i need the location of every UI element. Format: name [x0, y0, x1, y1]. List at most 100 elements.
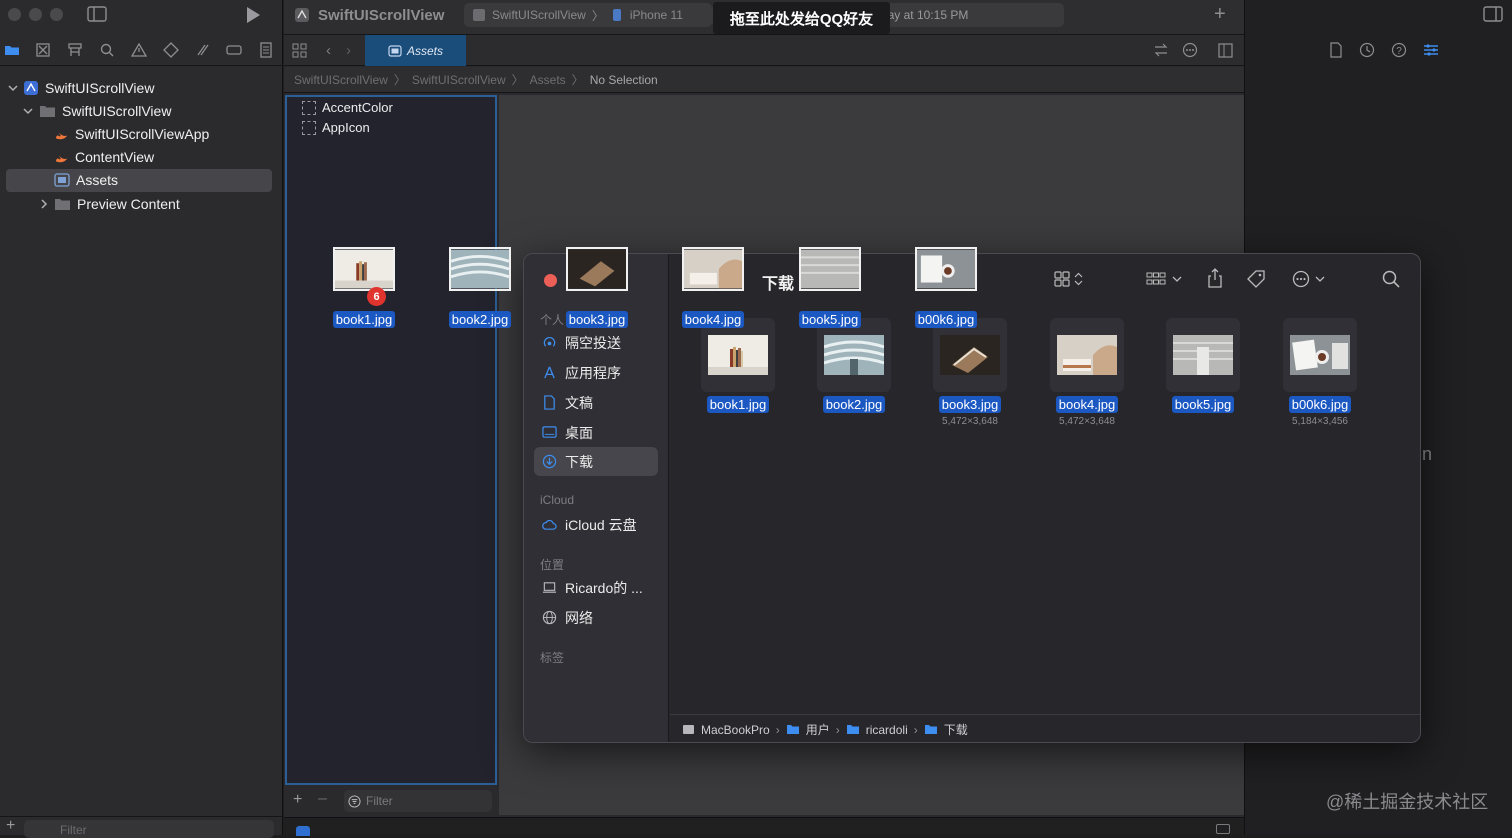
sidebar-toggle-icon[interactable] [87, 6, 107, 22]
inspector-placeholder-text: n [1422, 444, 1433, 464]
path-item[interactable]: 用户 [806, 721, 830, 738]
breadcrumb-item[interactable]: SwiftUIScrollView [294, 73, 388, 87]
device-icon [612, 9, 621, 21]
app-icon [294, 7, 310, 23]
add-tab-icon[interactable]: + [1214, 3, 1226, 26]
forward-icon[interactable]: › [346, 42, 351, 59]
breadcrumb-item[interactable]: SwiftUIScrollView [412, 73, 506, 87]
folder-icon [55, 199, 70, 210]
app-icon-set-icon [302, 120, 316, 135]
drag-item-book3[interactable]: book3.jpg [557, 247, 637, 329]
attributes-inspector-icon[interactable] [1423, 42, 1439, 58]
drag-item-book2[interactable]: book2.jpg [440, 247, 520, 329]
help-icon[interactable]: ? [1391, 42, 1407, 58]
watermark: @稀土掘金技术社区 [1326, 792, 1489, 812]
source-control-icon[interactable] [35, 42, 51, 58]
history-icon[interactable] [1359, 42, 1375, 58]
tag-icon[interactable] [1246, 269, 1266, 289]
file-inspector-icon[interactable] [1329, 42, 1343, 58]
search-icon[interactable] [99, 42, 115, 58]
path-item[interactable]: 下载 [944, 721, 968, 738]
view-mode-button[interactable] [1054, 271, 1083, 287]
tree-group-folder[interactable]: SwiftUIScrollView [23, 100, 171, 122]
asset-filter-bar: + – Filter [284, 786, 498, 816]
finder-file-book4[interactable]: book4.jpg 5,472×3,648 [1032, 318, 1142, 427]
test-icon[interactable] [163, 42, 179, 58]
finder-file-book2[interactable]: book2.jpg [799, 318, 909, 416]
sidebar-item-icloud-drive[interactable]: iCloud 云盘 [534, 510, 658, 539]
search-icon[interactable] [1382, 270, 1400, 288]
tab-assets[interactable]: Assets [365, 35, 466, 66]
finder-file-book5[interactable]: book5.jpg [1148, 318, 1258, 416]
run-button[interactable] [245, 6, 261, 24]
grid-icon[interactable] [292, 43, 307, 58]
asset-filter-field[interactable]: Filter [344, 790, 492, 812]
file-name: book2.jpg [822, 396, 886, 413]
grid-view-icon [1054, 271, 1070, 287]
qq-drop-toast: 拖至此处发给QQ好友 [713, 2, 890, 34]
add-icon[interactable]: + [293, 791, 302, 809]
warning-icon[interactable] [131, 42, 147, 58]
back-icon[interactable]: ‹ [326, 42, 331, 59]
finder-file-book6[interactable]: b00k6.jpg 5,184×3,456 [1265, 318, 1375, 427]
finder-file-book1[interactable]: book1.jpg [683, 318, 793, 416]
sidebar-item-downloads[interactable]: 下载 [534, 447, 658, 476]
tree-file-contentview[interactable]: ContentView [54, 146, 154, 168]
zoom-window-button[interactable] [50, 8, 63, 21]
folder-icon [786, 725, 799, 734]
breadcrumb-item[interactable]: No Selection [590, 73, 658, 87]
sidebar-item-network[interactable]: 网络 [534, 603, 658, 632]
chevron-right-icon: 〉 [571, 73, 584, 87]
tree-file-assets[interactable]: Assets [54, 169, 118, 191]
file-thumbnail [933, 318, 1007, 392]
close-window-button[interactable] [544, 274, 557, 287]
report-icon[interactable] [258, 42, 274, 58]
breakpoint-icon[interactable] [226, 42, 242, 58]
tree-file-app[interactable]: SwiftUIScrollViewApp [54, 123, 209, 145]
finder-file-book3[interactable]: book3.jpg 5,472×3,648 [915, 318, 1025, 427]
sidebar-item-documents[interactable]: 文稿 [534, 388, 658, 417]
sidebar-item-desktop[interactable]: 桌面 [534, 418, 658, 447]
add-icon[interactable]: + [6, 817, 15, 835]
cloud-icon [542, 519, 557, 530]
sidebar-section-locations: 位置 [540, 558, 565, 572]
sidebar-item-applications[interactable]: 应用程序 [534, 358, 658, 387]
share-icon[interactable] [1207, 268, 1223, 288]
sidebar-item-airdrop[interactable]: 隔空投送 [534, 328, 658, 357]
minimize-window-button[interactable] [29, 8, 42, 21]
chevron-down-icon[interactable] [8, 83, 18, 93]
group-by-button[interactable] [1146, 271, 1182, 287]
sidebar-item-macbook[interactable]: Ricardo的 ... [534, 573, 658, 602]
tree-group-preview[interactable]: Preview Content [39, 193, 180, 215]
swap-icon[interactable] [1154, 43, 1168, 57]
remove-icon[interactable]: – [318, 790, 327, 808]
asset-item-accentcolor[interactable]: AccentColor [302, 100, 393, 115]
close-window-button[interactable] [8, 8, 21, 21]
split-editor-icon[interactable] [1218, 43, 1233, 58]
tree-project-root[interactable]: SwiftUIScrollView [8, 77, 154, 99]
chevron-down-icon[interactable] [23, 106, 33, 116]
scheme-selector[interactable]: SwiftUIScrollView 〉 iPhone 11 [464, 3, 712, 27]
debug-icon[interactable] [195, 42, 211, 58]
path-item[interactable]: MacBookPro [701, 723, 770, 737]
folder-icon[interactable] [4, 42, 20, 58]
drag-item-book5[interactable]: book5.jpg [790, 247, 870, 329]
drag-item-book1[interactable]: book1.jpg [324, 247, 404, 329]
path-item[interactable]: ricardoli [866, 723, 908, 737]
chevron-right-icon[interactable] [39, 199, 49, 209]
sidebar-item-label: 隔空投送 [565, 334, 621, 351]
panel-toggle-icon[interactable] [1216, 824, 1230, 834]
xcode-project-icon [24, 81, 38, 95]
drag-item-book4[interactable]: book4.jpg [673, 247, 753, 329]
navigator-filter-field[interactable]: Filter [24, 820, 274, 838]
asset-item-appicon[interactable]: AppIcon [302, 120, 370, 135]
drag-item-book6[interactable]: b00k6.jpg [906, 247, 986, 329]
chevron-right-icon: 〉 [393, 73, 406, 87]
breadcrumb-item[interactable]: Assets [530, 73, 566, 87]
action-menu-button[interactable] [1292, 270, 1325, 288]
file-dimensions: 5,184×3,456 [1292, 416, 1348, 427]
symbol-icon[interactable] [67, 42, 83, 58]
sidebar-item-label: 文稿 [565, 394, 593, 411]
more-icon[interactable] [1182, 42, 1198, 58]
inspector-toggle-icon[interactable] [1483, 6, 1503, 22]
